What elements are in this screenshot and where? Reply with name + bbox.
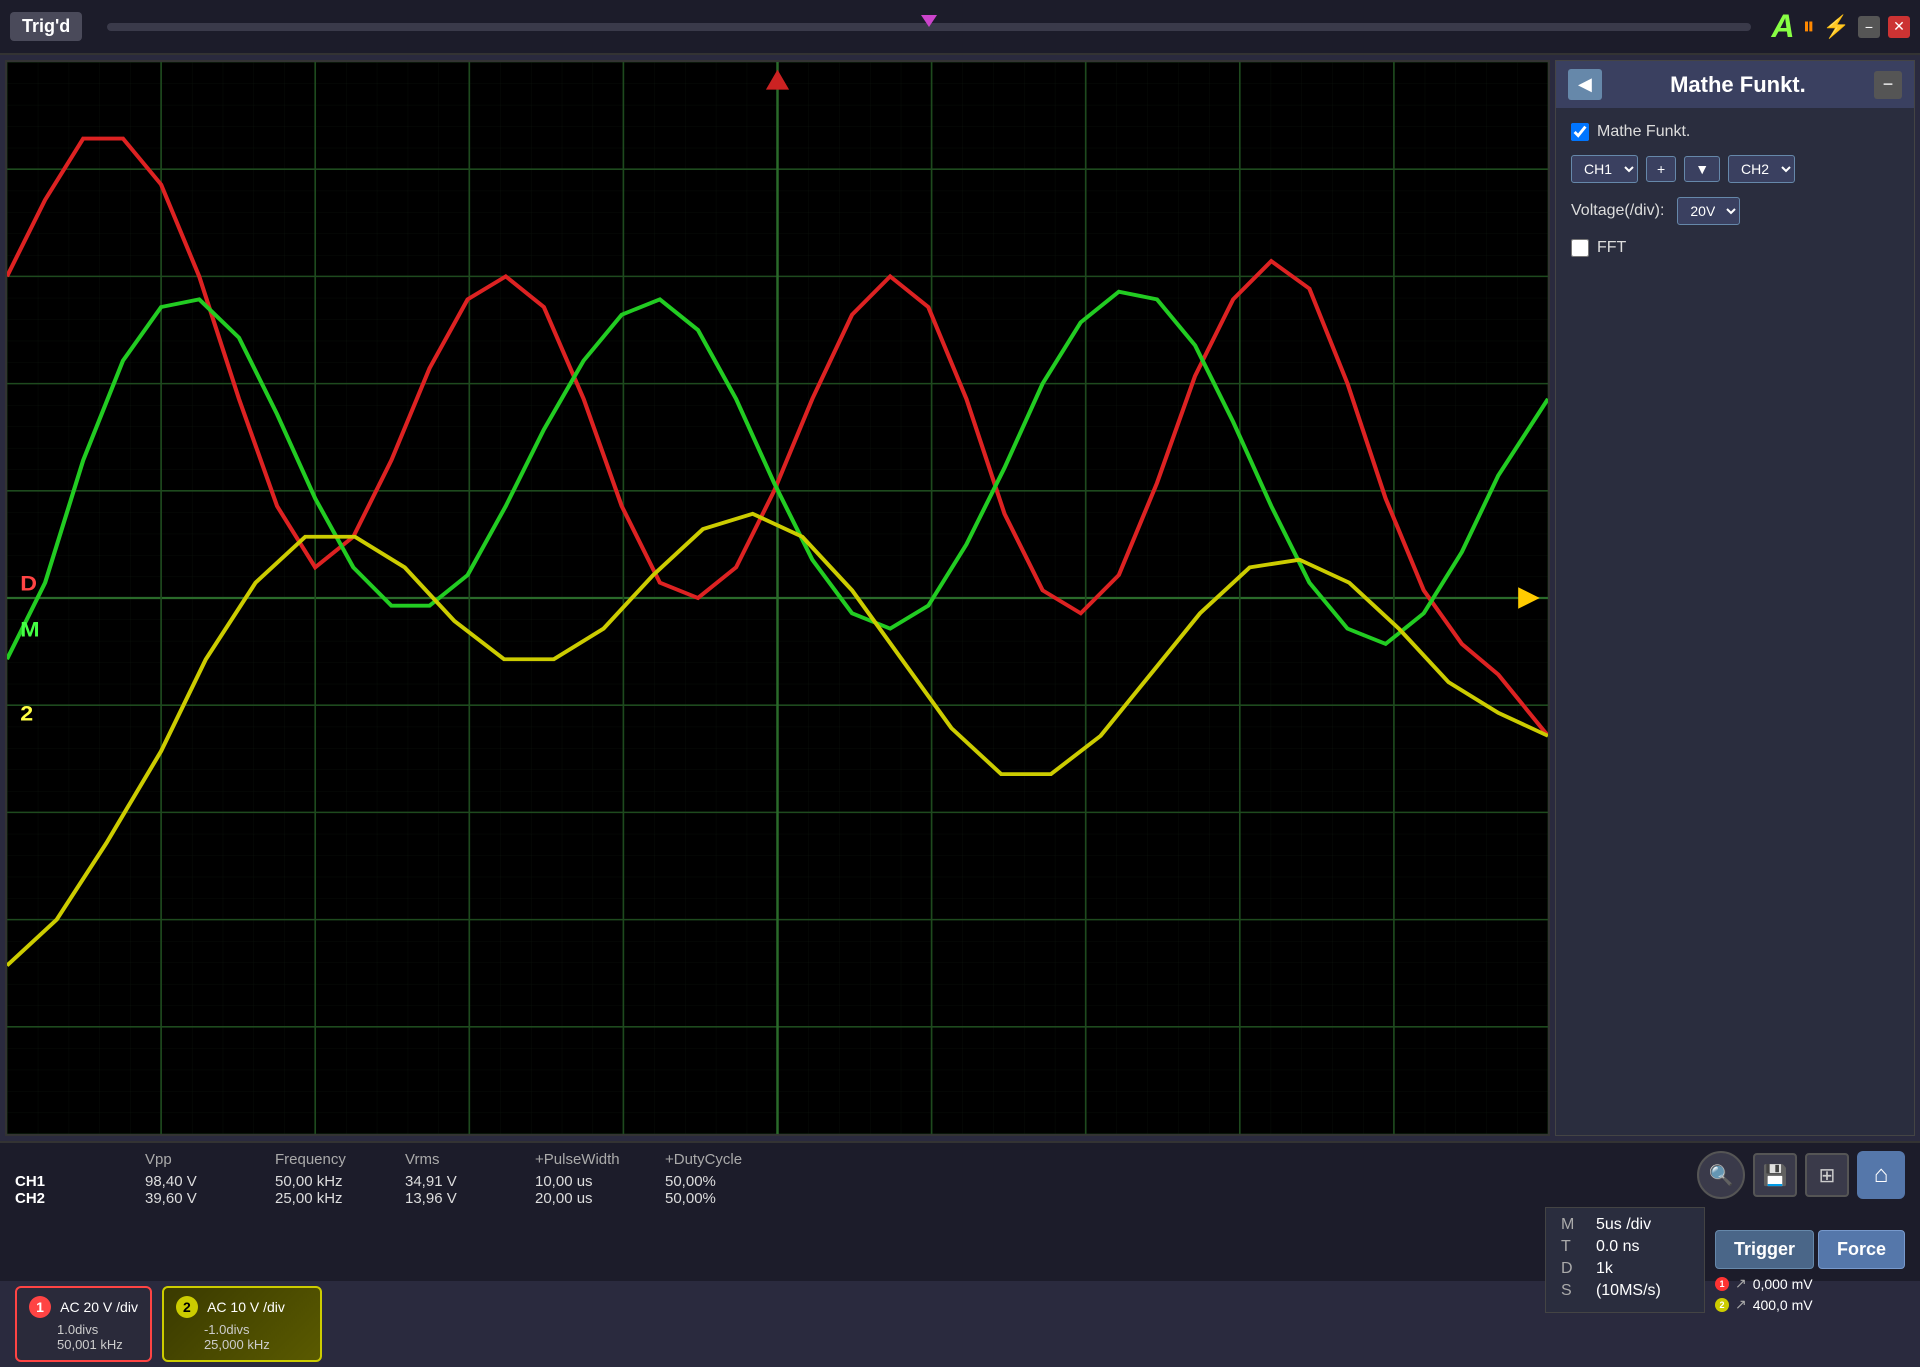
right-panel: ◀ Mathe Funkt. − Mathe Funkt. CH1 CH2 [1555, 60, 1915, 1136]
minimize-button[interactable]: − [1858, 16, 1880, 38]
trig-badge: Trig'd [10, 12, 82, 41]
svg-text:M: M [20, 617, 39, 641]
meas-row-ch2: CH2 39,60 V 25,00 kHz 13,96 V 20,00 us 5… [15, 1190, 765, 1207]
ch2-detail: -1.0divs 25,000 kHz [176, 1322, 308, 1352]
ch1-header: 1 AC 20 V /div [29, 1296, 138, 1318]
save-icon: 💾 [1763, 1163, 1788, 1188]
panel-back-button[interactable]: ◀ [1568, 69, 1602, 100]
measurement-table: Vpp Frequency Vrms +PulseWidth +DutyCycl… [15, 1151, 765, 1207]
trigger-marker [921, 15, 937, 27]
ch2-divs: -1.0divs [204, 1322, 250, 1337]
meas-header-pulse: +PulseWidth [535, 1151, 635, 1168]
mathe-funkt-checkbox[interactable] [1571, 123, 1589, 141]
search-zoom-button[interactable]: 🔍 [1697, 1151, 1745, 1199]
timebase-d-row: D 1k [1561, 1260, 1689, 1278]
grid-icon: ⊞ [1819, 1163, 1836, 1188]
meas-ch1-duty: 50,00% [665, 1173, 765, 1190]
panel-header: ◀ Mathe Funkt. − [1556, 61, 1914, 108]
channel-math-row: CH1 CH2 + ▼ CH2 CH1 [1571, 155, 1899, 183]
ch2-header: 2 AC 10 V /div [176, 1296, 308, 1318]
measurement-header: Vpp Frequency Vrms +PulseWidth +DutyCycl… [15, 1151, 765, 1168]
meas-ch2-vrms: 13,96 V [405, 1190, 505, 1207]
icon-button-row: 🔍 💾 ⊞ ⌂ [1697, 1151, 1905, 1199]
trigger-line [107, 23, 1751, 31]
ch2-voltage: 10 V /div [230, 1299, 284, 1315]
fft-checkbox[interactable] [1571, 239, 1589, 257]
channel-2-box[interactable]: 2 AC 10 V /div -1.0divs 25,000 kHz [162, 1286, 322, 1362]
svg-text:D: D [20, 571, 37, 595]
meas-header-duty: +DutyCycle [665, 1151, 765, 1168]
tb-t-key: T [1561, 1238, 1581, 1256]
ch1-voltage: 20 V /div [83, 1299, 137, 1315]
operator-label: + [1657, 161, 1665, 177]
channel-a-icon: A [1771, 8, 1794, 45]
ch2-ac-label: AC [207, 1299, 226, 1315]
fft-row: FFT [1571, 239, 1899, 257]
tb-m-key: M [1561, 1216, 1581, 1234]
trigger-button[interactable]: Trigger [1715, 1230, 1814, 1269]
channel-boxes: 1 AC 20 V /div 1.0divs 50,001 kHz 2 AC 1… [0, 1281, 1920, 1367]
ch2-freq: 25,000 kHz [204, 1337, 270, 1352]
meas-ch2-pulse: 20,00 us [535, 1190, 635, 1207]
home-button[interactable]: ⌂ [1857, 1151, 1905, 1199]
panel-content: Mathe Funkt. CH1 CH2 + ▼ CH2 CH1 [1556, 108, 1914, 1135]
panel-minus-button[interactable]: − [1874, 71, 1902, 99]
ch2-number: 2 [176, 1296, 198, 1318]
panel-title: Mathe Funkt. [1612, 72, 1864, 98]
pause-icon: ⏸ [1803, 13, 1815, 41]
meas-header-vpp: Vpp [145, 1151, 245, 1168]
meas-header-freq: Frequency [275, 1151, 375, 1168]
ch1-select[interactable]: CH1 CH2 [1571, 155, 1638, 183]
ch1-detail: 1.0divs 50,001 kHz [29, 1322, 138, 1352]
bolt-icon: ⚡ [1823, 14, 1850, 40]
meas-ch1-vpp: 98,40 V [145, 1173, 245, 1190]
tb-d-key: D [1561, 1260, 1581, 1278]
operator-button[interactable]: + [1646, 156, 1676, 182]
ch1-ac-label: AC [60, 1299, 79, 1315]
meas-row-ch1: CH1 98,40 V 50,00 kHz 34,91 V 10,00 us 5… [15, 1173, 765, 1190]
svg-text:2: 2 [20, 701, 33, 725]
voltage-select[interactable]: 20V 10V 50V [1677, 197, 1740, 225]
fft-label: FFT [1597, 239, 1626, 257]
meas-ch2-vpp: 39,60 V [145, 1190, 245, 1207]
scope-svg: D M 2 [7, 62, 1548, 1134]
meas-header-vrms: Vrms [405, 1151, 505, 1168]
meas-ch2-label: CH2 [15, 1190, 115, 1207]
mathe-funkt-label: Mathe Funkt. [1597, 123, 1690, 141]
meas-ch1-label: CH1 [15, 1173, 115, 1190]
close-button[interactable]: ✕ [1888, 16, 1910, 38]
mathe-funkt-checkbox-label[interactable]: Mathe Funkt. [1571, 123, 1690, 141]
ch2-select[interactable]: CH2 CH1 [1728, 155, 1795, 183]
meas-ch2-freq: 25,00 kHz [275, 1190, 375, 1207]
home-icon: ⌂ [1874, 1161, 1889, 1189]
ch1-number: 1 [29, 1296, 51, 1318]
timebase-t-row: T 0.0 ns [1561, 1238, 1689, 1256]
tb-m-value: 5us /div [1596, 1216, 1651, 1234]
voltage-label: Voltage(/div): [1571, 202, 1664, 220]
search-zoom-icon: 🔍 [1709, 1163, 1734, 1188]
bottom-info-bar: Vpp Frequency Vrms +PulseWidth +DutyCycl… [0, 1141, 1920, 1281]
mathe-funkt-row: Mathe Funkt. [1571, 123, 1899, 141]
ch1-divs: 1.0divs [57, 1322, 98, 1337]
meas-ch1-freq: 50,00 kHz [275, 1173, 375, 1190]
top-bar-icons: A ⏸ ⚡ − ✕ [1771, 8, 1910, 45]
ch1-freq: 50,001 kHz [57, 1337, 123, 1352]
tb-d-value: 1k [1596, 1260, 1613, 1278]
content-area: D M 2 ◀ Mathe Funkt. − Mathe Funkt. [0, 55, 1920, 1141]
scope-display: D M 2 [5, 60, 1550, 1136]
force-button[interactable]: Force [1818, 1230, 1905, 1269]
trigger-force-buttons: Trigger Force [1715, 1230, 1905, 1269]
meas-ch1-pulse: 10,00 us [535, 1173, 635, 1190]
top-bar: Trig'd A ⏸ ⚡ − ✕ [0, 0, 1920, 55]
grid-button[interactable]: ⊞ [1805, 1153, 1849, 1197]
save-button[interactable]: 💾 [1753, 1153, 1797, 1197]
meas-ch1-vrms: 34,91 V [405, 1173, 505, 1190]
voltage-row: Voltage(/div): 20V 10V 50V [1571, 197, 1899, 225]
operator-dropdown-button[interactable]: ▼ [1684, 156, 1720, 182]
meas-header-blank [15, 1151, 115, 1168]
meas-ch2-duty: 50,00% [665, 1190, 765, 1207]
tb-t-value: 0.0 ns [1596, 1238, 1640, 1256]
timebase-m-row: M 5us /div [1561, 1216, 1689, 1234]
channel-1-box[interactable]: 1 AC 20 V /div 1.0divs 50,001 kHz [15, 1286, 152, 1362]
